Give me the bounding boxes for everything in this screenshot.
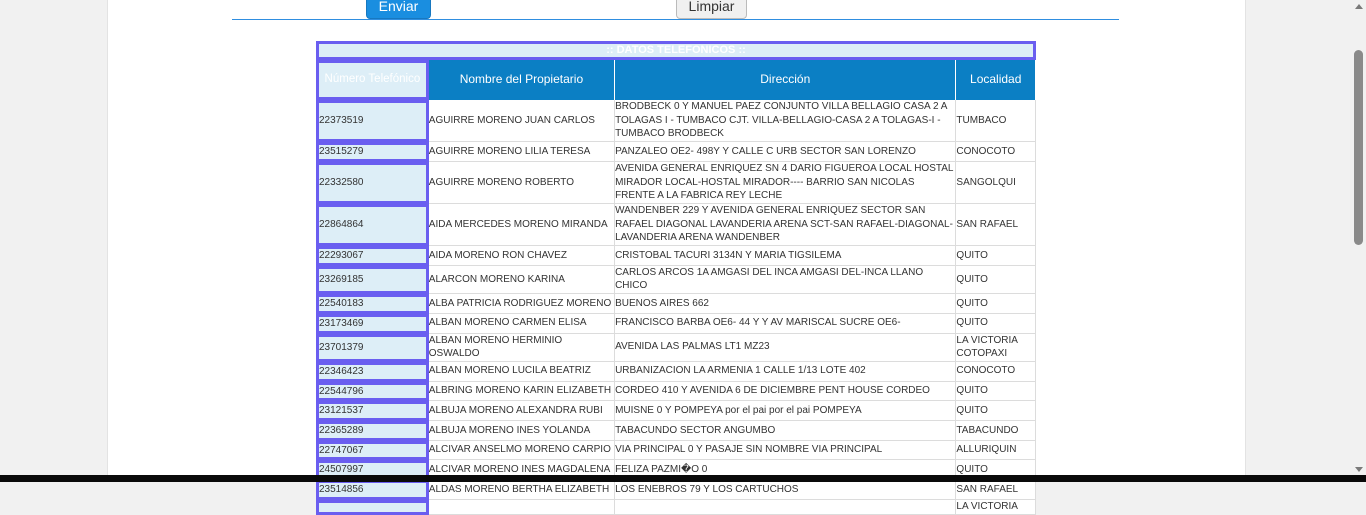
table-header-row: Número Telefónico Nombre del Propietario…	[316, 60, 1036, 100]
locality-cell: LA VICTORIA COTOPAXI	[956, 333, 1036, 362]
table-title-row: :: DATOS TELEFONICOS ::	[316, 41, 1036, 60]
locality-cell: QUITO	[956, 401, 1036, 422]
divider	[232, 19, 1119, 20]
table-row: 23173469 ALBAN MORENO CARMEN ELISA FRANCIS…	[316, 313, 1036, 334]
address-cell: VIA PRINCIPAL 0 Y PASAJE SIN NOMBRE VIA …	[615, 440, 957, 461]
table-row: 22544796 ALBRING MORENO KARIN ELIZABETH CO…	[316, 381, 1036, 402]
owner-name-cell: AGUIRRE MORENO JUAN CARLOS	[428, 100, 616, 143]
locality-cell: CONOCOTO	[956, 361, 1036, 382]
table-row: 23515279 AGUIRRE MORENO LILIA TERESA PANZA…	[316, 142, 1036, 162]
locality-cell: QUITO	[956, 313, 1036, 334]
table-row: 22346423 ALBAN MORENO LUCILA BEATRIZ URBAN…	[316, 361, 1036, 382]
address-cell: URBANIZACION LA ARMENIA 1 CALLE 1/13 LOT…	[615, 361, 957, 382]
address-cell: CORDEO 410 Y AVENIDA 6 DE DICIEMBRE PENT…	[615, 381, 957, 402]
address-cell: CARLOS ARCOS 1A AMGASI DEL INCA AMGASI D…	[615, 265, 957, 295]
header-owner-name: Nombre del Propietario	[428, 60, 616, 100]
phone-number-cell: 22864864	[316, 203, 429, 247]
table-row: 23514856 ALDAS MORENO BERTHA ELIZABETH LOS…	[316, 480, 1036, 500]
table-row: 22747067 ALCIVAR ANSELMO MORENO CARPIO VIA…	[316, 440, 1036, 461]
table-row: LA VICTORIA	[316, 499, 1036, 515]
owner-name-cell: AGUIRRE MORENO LILIA TERESA	[428, 142, 616, 162]
address-cell: AVENIDA GENERAL ENRIQUEZ SN 4 DARIO FIGU…	[615, 161, 957, 204]
address-cell: FRANCISCO BARBA OE6- 44 Y Y AV MARISCAL …	[615, 313, 957, 334]
table-row: 23269185 ALARCON MORENO KARINA CARLOS ARCO…	[316, 265, 1036, 295]
phone-number-cell: 22365289	[316, 421, 429, 441]
owner-name-cell: ALBAN MORENO LUCILA BEATRIZ	[428, 361, 616, 382]
phone-number-cell	[316, 499, 429, 515]
locality-cell: TUMBACO	[956, 100, 1036, 143]
locality-cell: LA VICTORIA	[956, 499, 1036, 515]
owner-name-cell: ALBUJA MORENO ALEXANDRA RUBI	[428, 401, 616, 422]
owner-name-cell	[428, 499, 616, 515]
owner-name-cell: AIDA MORENO RON CHAVEZ	[428, 246, 616, 266]
address-cell: AVENIDA LAS PALMAS LT1 MZ23	[615, 333, 957, 362]
address-cell: WANDENBER 229 Y AVENIDA GENERAL ENRIQUEZ…	[615, 203, 957, 247]
scroll-down-arrow-icon[interactable]	[1355, 467, 1363, 472]
locality-cell: CONOCOTO	[956, 142, 1036, 162]
owner-name-cell: ALBUJA MORENO INES YOLANDA	[428, 421, 616, 441]
owner-name-cell: ALARCON MORENO KARINA	[428, 265, 616, 295]
owner-name-cell: ALDAS MORENO BERTHA ELIZABETH	[428, 480, 616, 500]
phone-number-cell: 23515279	[316, 142, 429, 162]
locality-cell: SANGOLQUI	[956, 161, 1036, 204]
address-cell: PANZALEO OE2- 498Y Y CALLE C URB SECTOR …	[615, 142, 957, 162]
address-cell: BUENOS AIRES 662	[615, 294, 957, 314]
phone-number-cell: 22346423	[316, 361, 429, 382]
owner-name-cell: ALBAN MORENO CARMEN ELISA	[428, 313, 616, 334]
phone-number-cell: 22373519	[316, 100, 429, 143]
header-phone-number: Número Telefónico	[316, 60, 429, 100]
locality-cell: QUITO	[956, 381, 1036, 402]
owner-name-cell: ALBA PATRICIA RODRIGUEZ MORENO	[428, 294, 616, 314]
send-button[interactable]: Enviar	[366, 0, 431, 19]
owner-name-cell: AIDA MERCEDES MORENO MIRANDA	[428, 203, 616, 247]
address-cell: CRISTOBAL TACURI 3134N Y MARIA TIGSILEMA	[615, 246, 957, 266]
locality-cell: ALLURIQUIN	[956, 440, 1036, 461]
address-cell: TABACUNDO SECTOR ANGUMBO	[615, 421, 957, 441]
locality-cell: QUITO	[956, 294, 1036, 314]
address-cell: LOS ENEBROS 79 Y LOS CARTUCHOS	[615, 480, 957, 500]
owner-name-cell: ALBAN MORENO HERMINIO OSWALDO	[428, 333, 616, 362]
phone-data-table: :: DATOS TELEFONICOS :: Número Telefónic…	[316, 41, 1036, 515]
table-row: 22365289 ALBUJA MORENO INES YOLANDA TABACU…	[316, 421, 1036, 441]
address-cell: MUISNE 0 Y POMPEYA por el pai por el pai…	[615, 401, 957, 422]
table-row: 23701379 ALBAN MORENO HERMINIO OSWALDO AVE…	[316, 333, 1036, 362]
phone-number-cell: 23173469	[316, 313, 429, 334]
vertical-scrollbar[interactable]	[1352, 0, 1366, 475]
table-row: 22332580 AGUIRRE MORENO ROBERTO AVENIDA GE…	[316, 161, 1036, 204]
table-title: :: DATOS TELEFONICOS ::	[316, 41, 1036, 60]
owner-name-cell: ALBRING MORENO KARIN ELIZABETH	[428, 381, 616, 402]
phone-number-cell: 23701379	[316, 333, 429, 362]
address-cell: BRODBECK 0 Y MANUEL PAEZ CONJUNTO VILLA …	[615, 100, 957, 143]
locality-cell: TABACUNDO	[956, 421, 1036, 441]
table-row: 22540183 ALBA PATRICIA RODRIGUEZ MORENO BU…	[316, 294, 1036, 314]
phone-number-cell: 22540183	[316, 294, 429, 314]
phone-number-cell: 22332580	[316, 161, 429, 204]
table-row: 22293067 AIDA MORENO RON CHAVEZ CRISTOBAL …	[316, 246, 1036, 266]
phone-number-cell: 23269185	[316, 265, 429, 295]
locality-cell: QUITO	[956, 265, 1036, 295]
table-row: 23121537 ALBUJA MORENO ALEXANDRA RUBI MUIS…	[316, 401, 1036, 422]
header-locality: Localidad	[956, 60, 1036, 100]
table-row: 22864864 AIDA MERCEDES MORENO MIRANDA WAND…	[316, 203, 1036, 247]
clear-button[interactable]: Limpiar	[676, 0, 747, 19]
table-row: 22373519 AGUIRRE MORENO JUAN CARLOS BRODBE…	[316, 100, 1036, 143]
address-cell	[615, 499, 957, 515]
owner-name-cell: ALCIVAR ANSELMO MORENO CARPIO	[428, 440, 616, 461]
locality-cell: SAN RAFAEL	[956, 203, 1036, 247]
phone-number-cell: 23514856	[316, 480, 429, 500]
scroll-thumb[interactable]	[1354, 50, 1363, 245]
phone-number-cell: 23121537	[316, 401, 429, 422]
locality-cell: SAN RAFAEL	[956, 480, 1036, 500]
phone-number-cell: 22747067	[316, 440, 429, 461]
phone-number-cell: 22293067	[316, 246, 429, 266]
owner-name-cell: AGUIRRE MORENO ROBERTO	[428, 161, 616, 204]
header-address: Dirección	[615, 60, 957, 100]
bottom-edge-bar	[0, 475, 1366, 482]
phone-number-cell: 22544796	[316, 381, 429, 402]
scroll-up-arrow-icon[interactable]	[1355, 4, 1363, 9]
locality-cell: QUITO	[956, 246, 1036, 266]
